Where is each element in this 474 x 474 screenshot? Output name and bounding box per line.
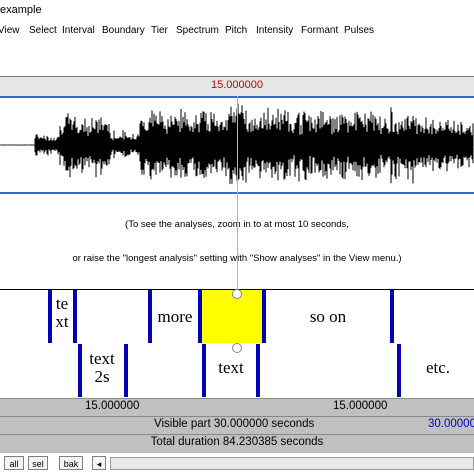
zoom-sel-button[interactable]: sel xyxy=(28,456,48,470)
window-title: example xyxy=(0,4,42,16)
time-row[interactable]: 15.000000 15.000000 xyxy=(0,398,474,416)
visible-part-label: Visible part 30.000000 seconds xyxy=(154,418,315,430)
blank-area xyxy=(0,42,474,76)
tier2-boundary[interactable] xyxy=(397,344,401,397)
menu-boundary[interactable]: Boundary xyxy=(102,25,145,36)
menu-view[interactable]: View xyxy=(0,25,20,36)
tier1-boundary[interactable] xyxy=(390,290,394,343)
tier2-boundary[interactable] xyxy=(256,344,260,397)
selection-handle-icon[interactable] xyxy=(232,289,242,299)
visible-part-right-value: 30.00000 xyxy=(428,418,474,430)
visible-part-row[interactable]: Visible part 30.000000 seconds 30.00000 xyxy=(0,416,474,434)
menu-pulses[interactable]: Pulses xyxy=(344,25,374,36)
title-bar xyxy=(0,0,474,20)
menu-interval[interactable]: Interval xyxy=(62,25,95,36)
selection-handle-icon[interactable] xyxy=(232,343,242,353)
tier2-interval-text[interactable]: text 2s xyxy=(80,350,124,386)
menu-tier[interactable]: Tier xyxy=(151,25,168,36)
selected-interval-highlight[interactable] xyxy=(201,290,262,343)
tier1-boundary[interactable] xyxy=(198,290,202,343)
menu-formant[interactable]: Formant xyxy=(301,25,338,36)
tier1-interval-text[interactable]: so on xyxy=(266,308,390,326)
menu-intensity[interactable]: Intensity xyxy=(256,25,293,36)
time-right-value: 15.000000 xyxy=(333,400,388,412)
horizontal-scrollbar[interactable] xyxy=(110,457,474,470)
tier1-interval-text[interactable]: te xt xyxy=(50,295,74,331)
menu-spectrum[interactable]: Spectrum xyxy=(176,25,219,36)
scroll-left-button[interactable]: ◂ xyxy=(92,456,106,470)
zoom-all-button[interactable]: all xyxy=(4,456,24,470)
tier2-interval-text[interactable]: etc. xyxy=(402,359,474,377)
menu-pitch[interactable]: Pitch xyxy=(225,25,247,36)
tier2-interval-text[interactable]: text xyxy=(206,359,256,377)
tier1-interval-text[interactable]: more xyxy=(150,308,200,326)
time-left-value: 15.000000 xyxy=(85,400,140,412)
total-duration-row[interactable]: Total duration 84.230385 seconds xyxy=(0,434,474,454)
total-duration-label: Total duration 84.230385 seconds xyxy=(150,436,324,448)
menu-bar: View Select Interval Boundary Tier Spect… xyxy=(0,20,474,42)
menu-select[interactable]: Select xyxy=(29,25,57,36)
tier2-boundary[interactable] xyxy=(124,344,128,397)
cursor-time-label: 15.000000 xyxy=(211,79,263,91)
zoom-back-button[interactable]: bak xyxy=(59,456,83,470)
